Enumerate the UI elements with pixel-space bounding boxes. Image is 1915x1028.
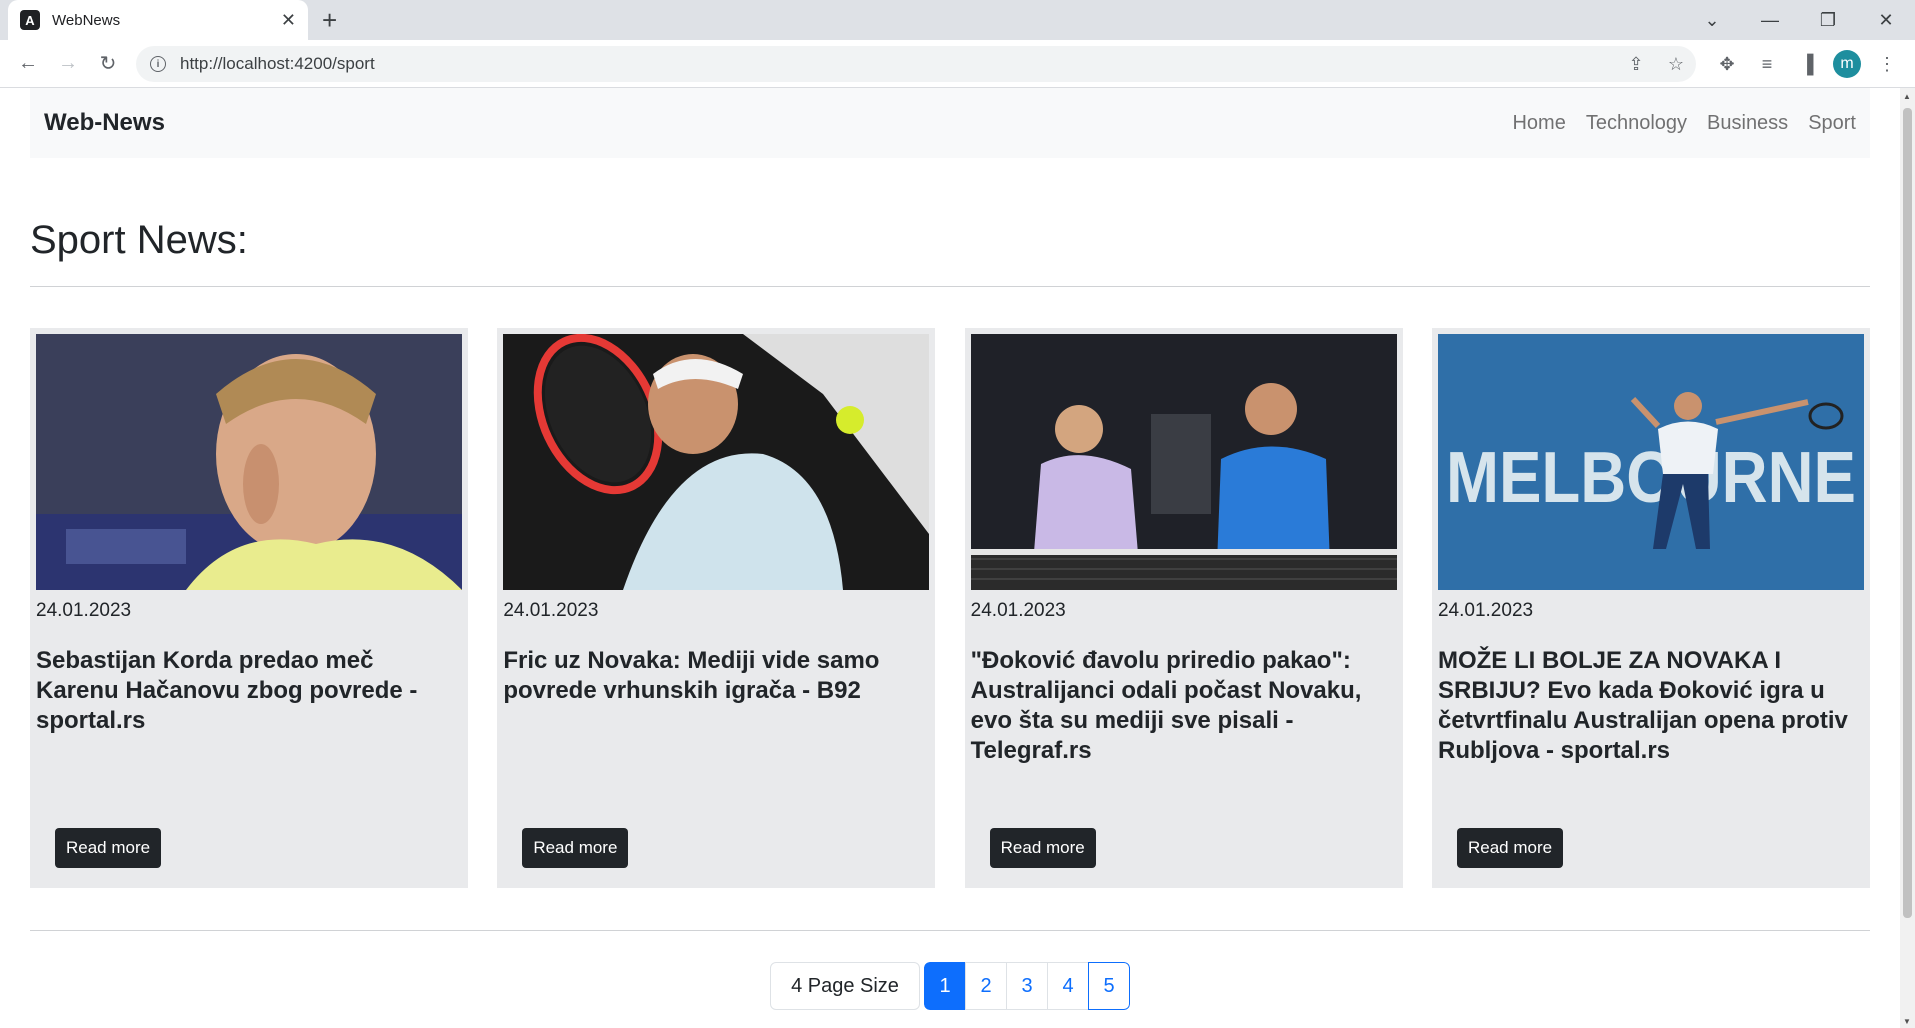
back-icon[interactable]: ←: [8, 44, 48, 84]
article-title: Fric uz Novaka: Mediji vide samo povrede…: [503, 647, 880, 704]
forward-icon[interactable]: →: [48, 44, 88, 84]
window-close-icon[interactable]: ✕: [1857, 0, 1915, 40]
nav-link-home[interactable]: Home: [1512, 112, 1565, 135]
site-info-icon[interactable]: i: [150, 56, 166, 72]
bookmark-star-icon[interactable]: ☆: [1656, 54, 1696, 75]
window-controls: ⌄ — ❐ ✕: [1683, 0, 1915, 40]
divider: [30, 286, 1870, 287]
page-button-2[interactable]: 2: [965, 962, 1007, 1010]
minimize-icon[interactable]: —: [1741, 0, 1799, 40]
page-button-1[interactable]: 1: [924, 962, 966, 1010]
divider: [30, 930, 1870, 931]
article-title: Sebastijan Korda predao meč Karenu Hačan…: [36, 647, 418, 734]
read-more-button[interactable]: Read more: [55, 828, 162, 868]
article-image: MELBOURNE: [1437, 334, 1864, 590]
article-date: 24.01.2023: [970, 600, 1066, 621]
menu-icon[interactable]: ⋮: [1867, 44, 1907, 84]
page-viewport: Web-News Home Technology Business Sport …: [0, 88, 1900, 1028]
nav-link-sport[interactable]: Sport: [1808, 112, 1856, 135]
article-image: [36, 334, 462, 590]
restore-icon[interactable]: ❐: [1799, 0, 1857, 40]
read-more-button[interactable]: Read more: [1456, 828, 1564, 868]
site-navbar: Web-News Home Technology Business Sport: [30, 88, 1870, 158]
share-icon[interactable]: ⇪: [1616, 54, 1656, 75]
browser-tab[interactable]: A WebNews ✕: [8, 0, 308, 40]
article-date: 24.01.2023: [503, 600, 599, 621]
article-grid: 24.01.2023 Sebastijan Korda predao meč K…: [30, 328, 1870, 888]
site-brand[interactable]: Web-News: [44, 109, 165, 137]
article-image: [503, 334, 930, 590]
pagination: 4 Page Size 1 2 3 4 5: [770, 962, 1130, 1010]
scroll-up-icon[interactable]: ▲: [1903, 92, 1911, 101]
melbourne-court-text: MELBOURNE: [1446, 438, 1856, 518]
article-card: 24.01.2023 "Đoković đavolu priredio paka…: [964, 328, 1403, 888]
article-title: "Đoković đavolu priredio pakao": Austral…: [970, 647, 1362, 764]
read-more-button[interactable]: Read more: [522, 828, 629, 868]
reload-icon[interactable]: ↻: [88, 44, 128, 84]
page-button-3[interactable]: 3: [1006, 962, 1048, 1010]
page-size-select[interactable]: 4 Page Size: [770, 962, 920, 1010]
url-text[interactable]: http://localhost:4200/sport: [180, 54, 1616, 74]
nav-links: Home Technology Business Sport: [1492, 112, 1856, 135]
article-card: MELBOURNE 24.01.2023 MOŽE LI BOLJE ZA NO…: [1431, 328, 1870, 888]
close-tab-icon[interactable]: ✕: [281, 10, 296, 31]
nav-link-technology[interactable]: Technology: [1586, 112, 1687, 135]
article-title: MOŽE LI BOLJE ZA NOVAKA I SRBIJU? Evo ka…: [1437, 647, 1848, 764]
nav-link-business[interactable]: Business: [1707, 112, 1788, 135]
page-button-4[interactable]: 4: [1047, 962, 1089, 1010]
side-panel-icon[interactable]: ▐: [1787, 44, 1827, 84]
article-date: 24.01.2023: [1437, 600, 1534, 621]
scroll-down-icon[interactable]: ▼: [1903, 1017, 1911, 1026]
media-icon[interactable]: ≡: [1747, 44, 1787, 84]
vertical-scrollbar[interactable]: ▲ ▼: [1900, 88, 1915, 1028]
article-image: [970, 334, 1397, 590]
address-bar[interactable]: i http://localhost:4200/sport ⇪ ☆: [136, 46, 1696, 82]
article-date: 24.01.2023: [36, 600, 132, 621]
toolbar-actions: ✥ ≡ ▐ m ⋮: [1707, 44, 1907, 84]
page-buttons: 1 2 3 4 5: [924, 962, 1130, 1010]
profile-avatar[interactable]: m: [1833, 50, 1861, 78]
browser-toolbar: ← → ↻ i http://localhost:4200/sport ⇪ ☆ …: [0, 40, 1915, 88]
read-more-button[interactable]: Read more: [989, 828, 1096, 868]
scroll-thumb[interactable]: [1903, 108, 1912, 918]
extensions-icon[interactable]: ✥: [1707, 44, 1747, 84]
article-card: 24.01.2023 Fric uz Novaka: Mediji vide s…: [497, 328, 936, 888]
tab-title: WebNews: [52, 11, 121, 29]
new-tab-icon[interactable]: +: [322, 6, 337, 34]
browser-tabbar: A WebNews ✕ + ⌄ — ❐ ✕: [0, 0, 1915, 40]
tab-search-icon[interactable]: ⌄: [1683, 0, 1741, 40]
angular-favicon-icon: A: [20, 10, 40, 30]
article-card: 24.01.2023 Sebastijan Korda predao meč K…: [30, 328, 468, 888]
page-title: Sport News:: [30, 218, 248, 262]
page-button-5[interactable]: 5: [1088, 962, 1130, 1010]
